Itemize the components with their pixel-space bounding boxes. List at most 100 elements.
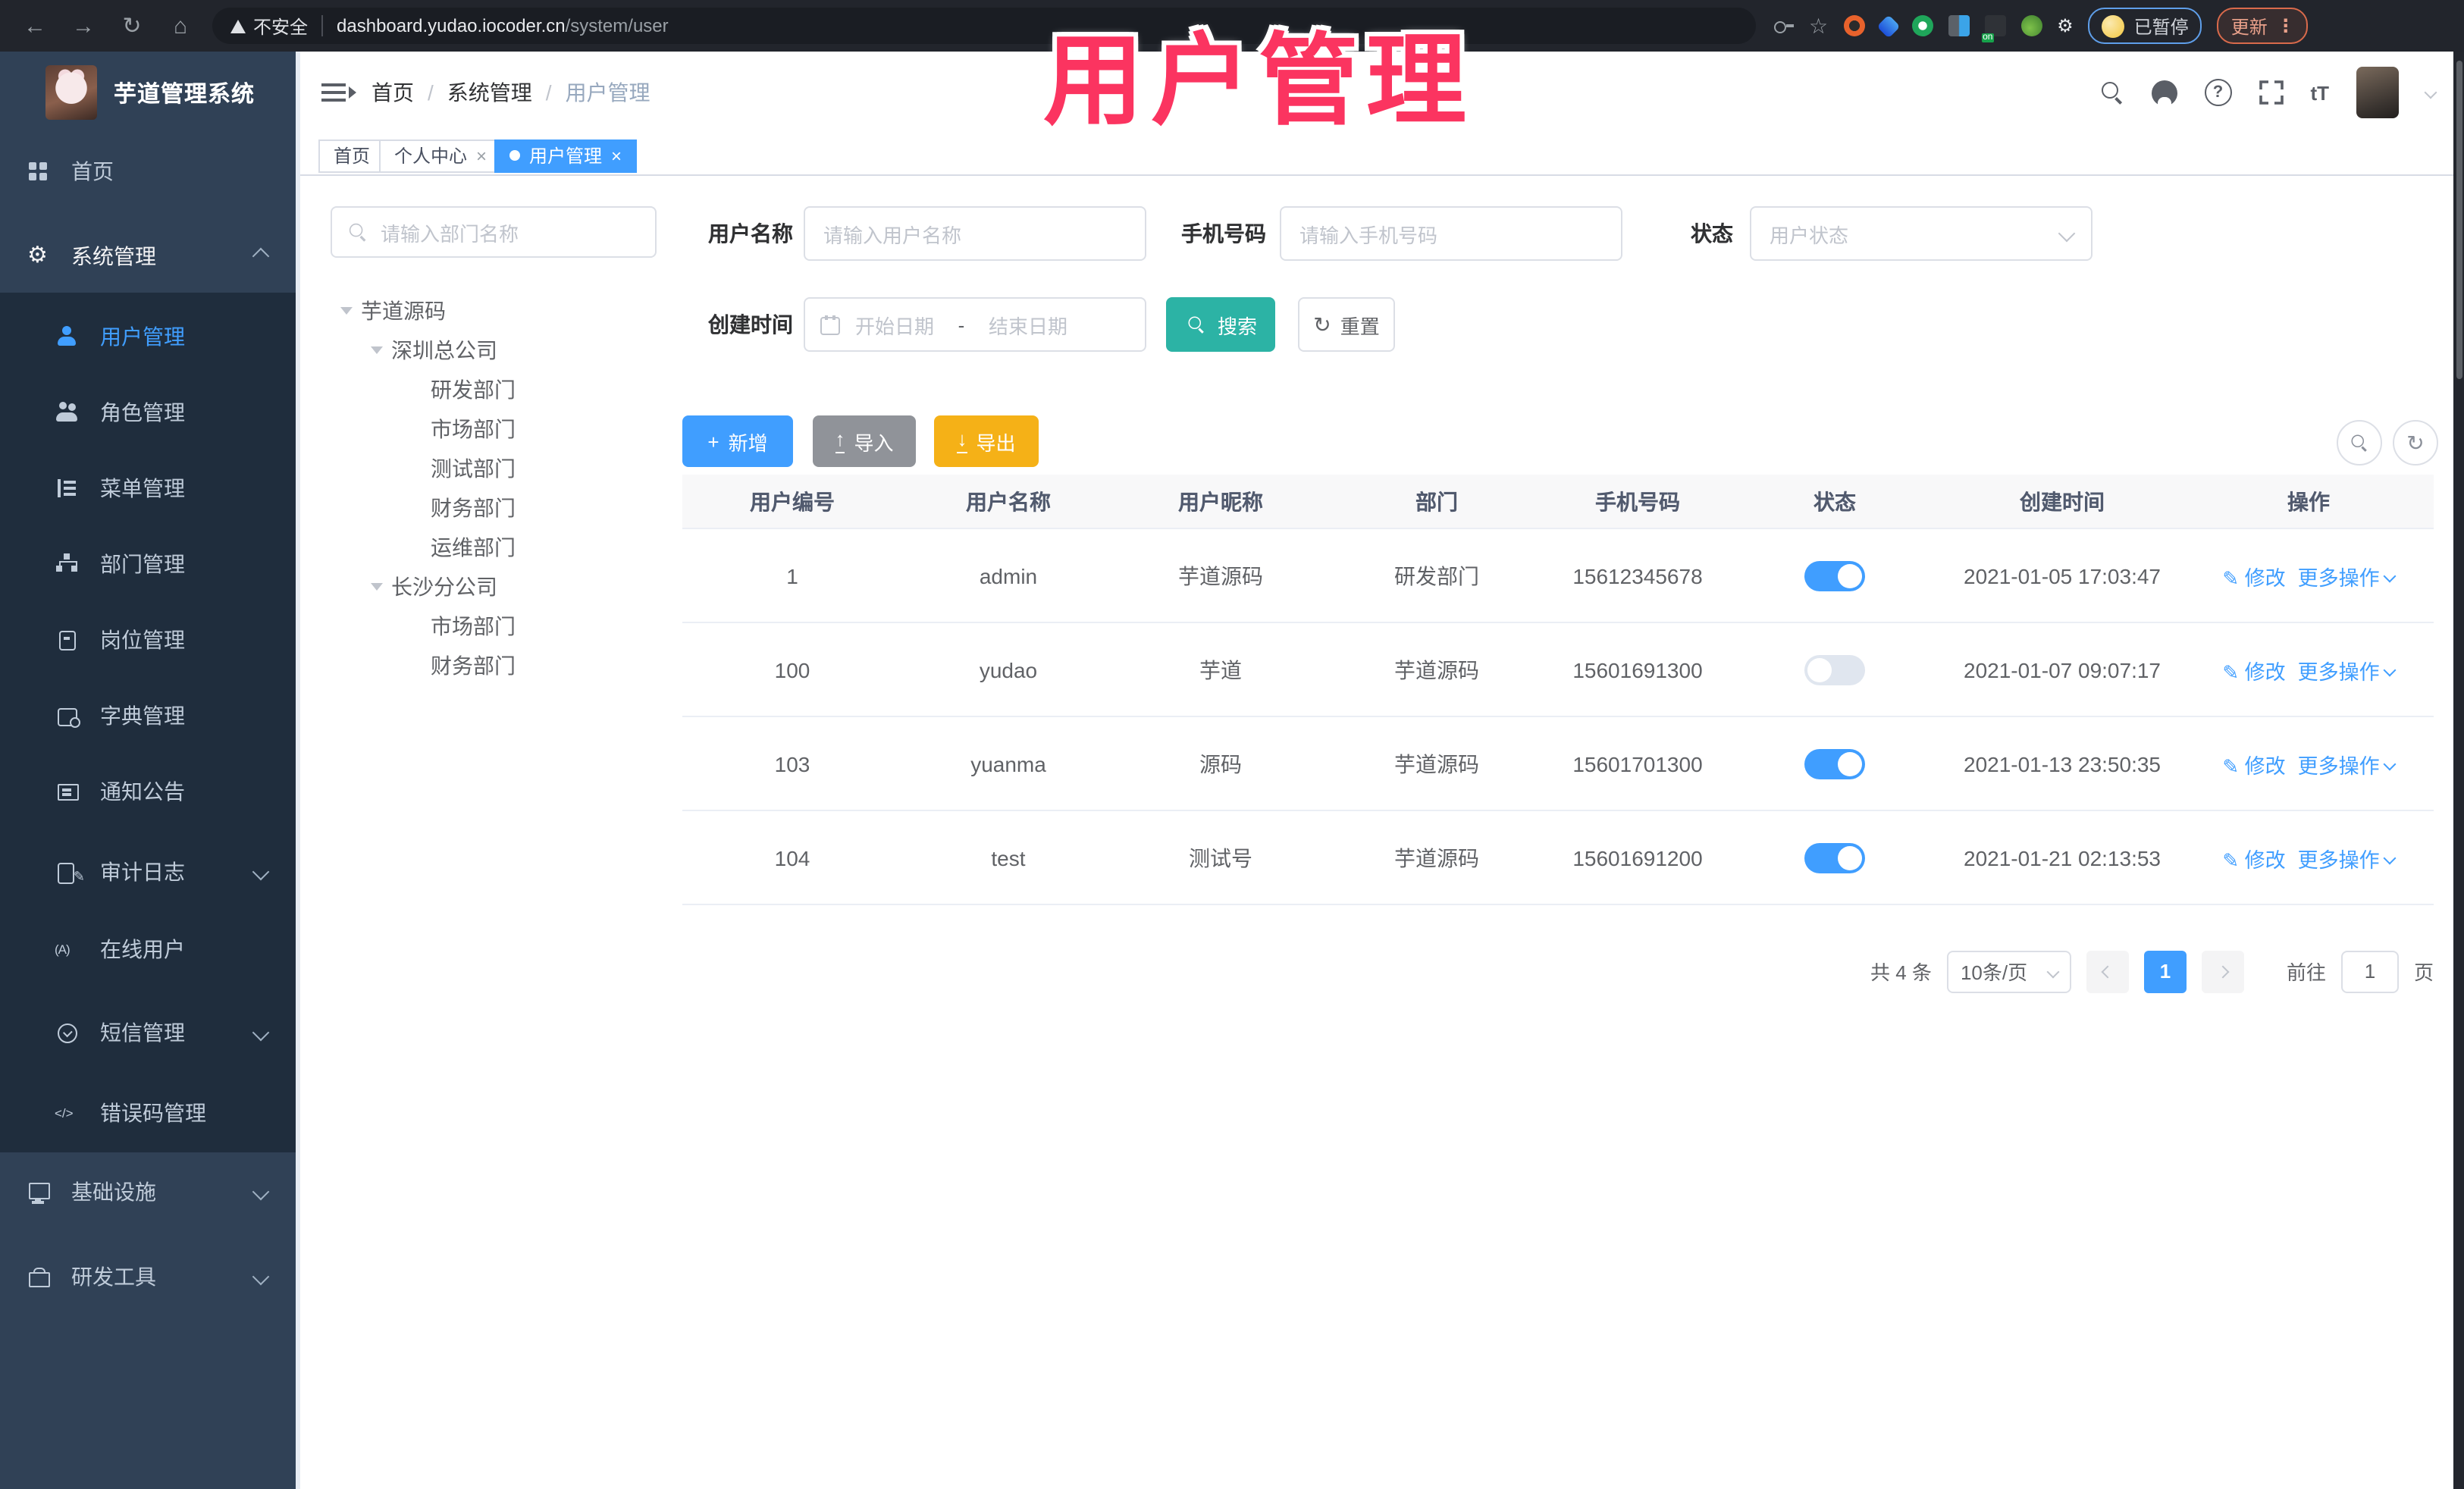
- edit-link[interactable]: ✎ 修改: [2222, 748, 2285, 779]
- prev-page-button[interactable]: [2086, 950, 2129, 992]
- page-size-select[interactable]: 10条/页: [1946, 950, 2071, 992]
- tree-node[interactable]: 财务部门: [331, 488, 657, 528]
- refresh-table-button[interactable]: ↻: [2393, 420, 2438, 466]
- home-icon[interactable]: ⌂: [167, 13, 194, 39]
- sidebar-item-sms[interactable]: 短信管理: [0, 999, 300, 1066]
- sidebar-item-system[interactable]: 系统管理: [0, 223, 300, 290]
- sidebar-item-users[interactable]: 用户管理: [0, 303, 300, 370]
- export-button[interactable]: ↓ 导出: [934, 415, 1039, 467]
- edit-label: 修改: [2244, 660, 2286, 683]
- status-select[interactable]: 用户状态: [1750, 206, 2093, 261]
- username-input[interactable]: 请输入用户名称: [804, 206, 1146, 261]
- tab-label: 首页: [334, 146, 371, 167]
- extension-icon[interactable]: [1981, 15, 2006, 42]
- tree-node[interactable]: 运维部门: [331, 528, 657, 567]
- tree-node[interactable]: 市场部门: [331, 409, 657, 449]
- sidebar-item-posts[interactable]: 岗位管理: [0, 607, 300, 673]
- font-size-icon[interactable]: tT: [2310, 81, 2329, 104]
- browser-menu-icon[interactable]: ⋮: [2277, 15, 2295, 36]
- fullscreen-icon[interactable]: [2259, 80, 2284, 105]
- edit-link[interactable]: ✎ 修改: [2222, 842, 2285, 873]
- tree-node[interactable]: 测试部门: [331, 449, 657, 488]
- breadcrumb-system[interactable]: 系统管理: [447, 77, 532, 108]
- extension-icon[interactable]: [1876, 14, 1900, 38]
- sidebar-item-label: 系统管理: [71, 244, 156, 268]
- help-icon[interactable]: ?: [2204, 79, 2232, 106]
- profile-chip[interactable]: 已暂停: [2088, 8, 2202, 44]
- tree-node[interactable]: 研发部门: [331, 370, 657, 409]
- page-number-button[interactable]: 1: [2143, 950, 2187, 992]
- tree-expand-icon[interactable]: [340, 307, 353, 315]
- tree-node[interactable]: 芋道源码: [331, 291, 657, 331]
- sidebar-item-home[interactable]: 首页: [0, 138, 300, 205]
- sidebar-item-error-codes[interactable]: 错误码管理: [0, 1080, 300, 1146]
- more-actions-link[interactable]: 更多操作: [2298, 748, 2397, 779]
- next-page-button[interactable]: [2201, 950, 2244, 992]
- cell-nickname: 源码: [1199, 751, 1242, 776]
- edit-link[interactable]: ✎ 修改: [2222, 560, 2285, 591]
- reload-icon[interactable]: ↻: [118, 12, 146, 39]
- close-icon[interactable]: ×: [476, 145, 487, 166]
- forward-icon[interactable]: →: [70, 13, 97, 39]
- tab-home[interactable]: 首页: [318, 139, 386, 172]
- more-actions-link[interactable]: 更多操作: [2298, 560, 2397, 591]
- sidebar-item-depts[interactable]: 部门管理: [0, 531, 300, 597]
- tree-node[interactable]: 财务部门: [331, 646, 657, 685]
- avatar-dropdown-icon[interactable]: [2424, 86, 2437, 99]
- sidebar-item-menus[interactable]: 菜单管理: [0, 455, 300, 522]
- app-logo[interactable]: 芋道管理系统: [45, 62, 255, 123]
- status-toggle[interactable]: [1804, 654, 1865, 685]
- tree-expand-icon[interactable]: [371, 346, 383, 354]
- extension-icon[interactable]: [1843, 15, 1865, 36]
- tab-user-management[interactable]: 用户管理 ×: [494, 139, 638, 172]
- sidebar-item-dict[interactable]: 字典管理: [0, 682, 300, 749]
- tree-node[interactable]: 深圳总公司: [331, 331, 657, 370]
- close-icon[interactable]: ×: [611, 145, 622, 166]
- tree-expand-icon[interactable]: [371, 583, 383, 591]
- sidebar-item-audit-log[interactable]: 审计日志: [0, 839, 300, 905]
- back-icon[interactable]: ←: [21, 13, 49, 39]
- sidebar-item-notice[interactable]: 通知公告: [0, 758, 300, 825]
- security-status[interactable]: 不安全: [230, 13, 308, 39]
- mobile-input[interactable]: 请输入手机号码: [1280, 206, 1622, 261]
- import-button[interactable]: ↑ 导入: [813, 415, 916, 467]
- department-search-input[interactable]: 请输入部门名称: [331, 206, 657, 258]
- breadcrumb-home[interactable]: 首页: [371, 77, 414, 108]
- add-button[interactable]: + 新增: [682, 415, 793, 467]
- status-toggle[interactable]: [1804, 560, 1865, 591]
- edit-pencil-icon: ✎: [2222, 660, 2240, 683]
- user-avatar[interactable]: [2356, 67, 2399, 118]
- show-search-button[interactable]: [2337, 420, 2382, 466]
- sidebar-item-label: 基础设施: [71, 1180, 156, 1204]
- extensions-puzzle-icon[interactable]: ⚙: [2057, 15, 2074, 36]
- search-button[interactable]: 搜索: [1166, 297, 1275, 352]
- status-toggle[interactable]: [1804, 748, 1865, 779]
- sidebar-item-dev-tools[interactable]: 研发工具: [0, 1243, 300, 1310]
- date-range-input[interactable]: 开始日期 - 结束日期: [804, 297, 1146, 352]
- sidebar-item-roles[interactable]: 角色管理: [0, 379, 300, 446]
- hamburger-icon[interactable]: [321, 83, 356, 99]
- url-bar[interactable]: 不安全 dashboard.yudao.iocoder.cn/system/us…: [212, 8, 1756, 44]
- edit-link[interactable]: ✎ 修改: [2222, 654, 2285, 685]
- extension-icon[interactable]: [1948, 15, 1970, 36]
- chevron-down-icon: [252, 1183, 270, 1201]
- password-key-icon[interactable]: [1774, 20, 1794, 33]
- extension-icon[interactable]: [1911, 15, 1933, 36]
- sidebar-item-online-users[interactable]: 在线用户: [0, 916, 300, 983]
- github-icon[interactable]: [2151, 80, 2177, 105]
- page-scrollbar[interactable]: [2453, 52, 2464, 1489]
- search-icon[interactable]: [2099, 80, 2124, 105]
- more-actions-link[interactable]: 更多操作: [2298, 842, 2397, 873]
- tree-node[interactable]: 长沙分公司: [331, 567, 657, 607]
- bookmark-star-icon[interactable]: ☆: [1809, 13, 1828, 39]
- sidebar-item-infrastructure[interactable]: 基础设施: [0, 1158, 300, 1225]
- more-actions-link[interactable]: 更多操作: [2298, 654, 2397, 685]
- extension-icon[interactable]: [2020, 15, 2042, 36]
- goto-page-input[interactable]: [2340, 950, 2399, 992]
- reset-button[interactable]: ↻ 重置: [1298, 297, 1395, 352]
- chrome-update-button[interactable]: 更新 ⋮: [2217, 8, 2309, 44]
- tab-profile[interactable]: 个人中心 ×: [379, 139, 503, 172]
- scrollbar-thumb[interactable]: [2456, 61, 2462, 379]
- tree-node[interactable]: 市场部门: [331, 607, 657, 646]
- status-toggle[interactable]: [1804, 842, 1865, 873]
